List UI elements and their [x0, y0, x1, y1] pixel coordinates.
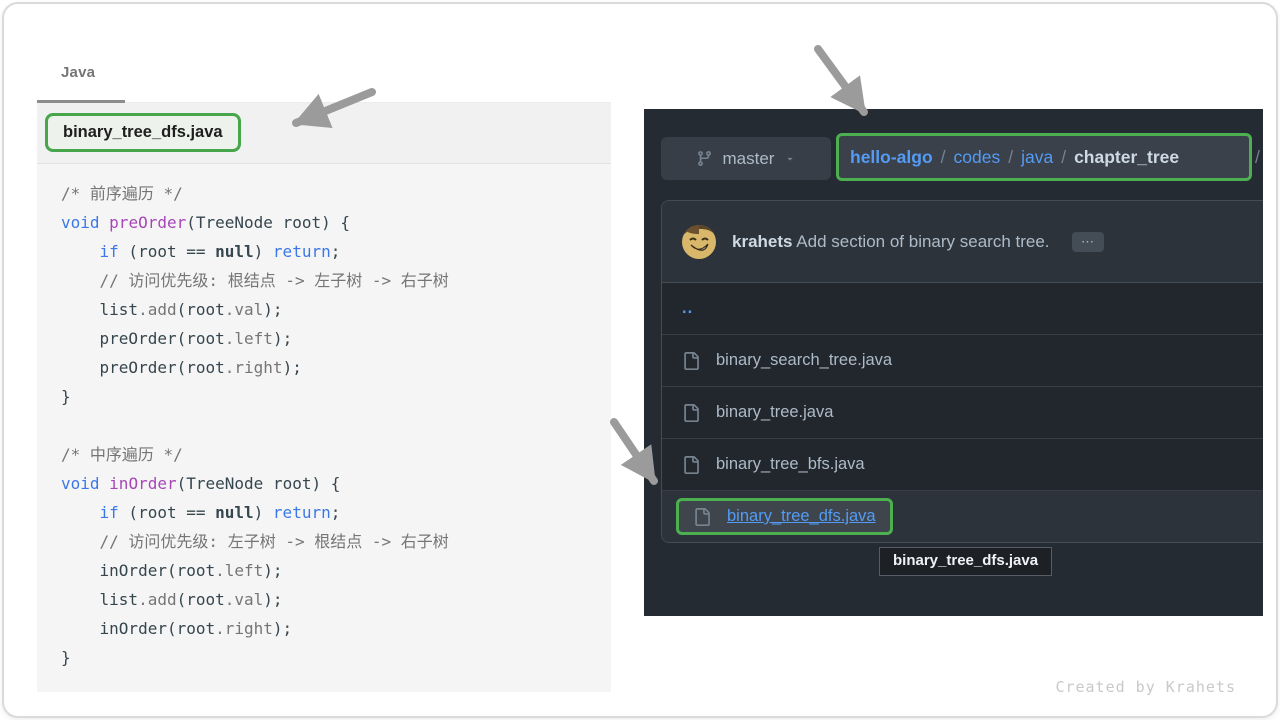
code-area: /* 前序遍历 */void preOrder(TreeNode root) {…	[37, 164, 611, 692]
branch-name: master	[723, 149, 775, 169]
chevron-down-icon	[784, 153, 796, 165]
filename-tooltip: binary_tree_dfs.java	[879, 547, 1052, 576]
latest-commit-row: krahets Add section of binary search tre…	[662, 201, 1263, 283]
file-row: binary_tree_bfs.java	[662, 439, 1263, 491]
breadcrumb-trailing-slash: /	[1255, 147, 1260, 168]
tab-java[interactable]: Java	[61, 64, 95, 81]
github-panel: master hello-algo / codes / java / chapt…	[644, 109, 1263, 616]
code-block: /* 前序遍历 */void preOrder(TreeNode root) {…	[37, 164, 611, 672]
code-line: // 访问优先级: 左子树 -> 根结点 -> 右子树	[61, 527, 611, 556]
code-line	[61, 411, 611, 440]
breadcrumb-separator: /	[941, 147, 946, 168]
watermark-credit: Created by Krahets	[1055, 678, 1236, 696]
file-name-link[interactable]: binary_tree.java	[716, 403, 833, 422]
file-name-link[interactable]: binary_search_tree.java	[716, 351, 892, 370]
breadcrumb-separator: /	[1061, 147, 1066, 168]
code-line: void preOrder(TreeNode root) {	[61, 208, 611, 237]
code-filename-header: binary_tree_dfs.java	[37, 103, 611, 164]
code-line: /* 前序遍历 */	[61, 179, 611, 208]
commit-more-button[interactable]: ⋯	[1072, 232, 1104, 252]
file-icon	[682, 352, 700, 370]
commit-message[interactable]: Add section of binary search tree.	[796, 232, 1049, 251]
code-line: /* 中序遍历 */	[61, 440, 611, 469]
code-line: void inOrder(TreeNode root) {	[61, 469, 611, 498]
breadcrumb-separator: /	[1008, 147, 1013, 168]
code-line: list.add(root.val);	[61, 295, 611, 324]
code-line: inOrder(root.left);	[61, 556, 611, 585]
file-icon	[693, 508, 711, 526]
code-line: // 访问优先级: 根结点 -> 左子树 -> 右子树	[61, 266, 611, 295]
code-line: if (root == null) return;	[61, 498, 611, 527]
breadcrumb-repo-link[interactable]: hello-algo	[850, 147, 933, 168]
breadcrumb-current-folder: chapter_tree	[1074, 147, 1179, 168]
breadcrumb-java-link[interactable]: java	[1021, 147, 1053, 168]
code-line: if (root == null) return;	[61, 237, 611, 266]
avatar[interactable]	[682, 225, 716, 259]
code-filename: binary_tree_dfs.java	[63, 123, 223, 141]
parent-directory-link[interactable]: ..	[682, 299, 693, 318]
file-row: binary_tree.java	[662, 387, 1263, 439]
filename-highlight-box: binary_tree_dfs.java	[45, 113, 241, 152]
breadcrumb: hello-algo / codes / java / chapter_tree	[836, 133, 1252, 181]
code-line: }	[61, 382, 611, 411]
code-line: }	[61, 643, 611, 672]
arrow-to-breadcrumb	[818, 49, 864, 112]
git-branch-icon	[696, 150, 713, 167]
code-line: preOrder(root.left);	[61, 324, 611, 353]
file-row-up: ..	[662, 283, 1263, 335]
commit-author-link[interactable]: krahets	[732, 232, 792, 251]
code-line: preOrder(root.right);	[61, 353, 611, 382]
breadcrumb-codes-link[interactable]: codes	[954, 147, 1001, 168]
file-list-box: krahets Add section of binary search tre…	[661, 200, 1263, 543]
file-name-link[interactable]: binary_tree_bfs.java	[716, 455, 865, 474]
page-card: Java binary_tree_dfs.java /* 前序遍历 */void…	[2, 2, 1278, 718]
file-name-link-active[interactable]: binary_tree_dfs.java	[727, 507, 876, 526]
file-row: binary_search_tree.java	[662, 335, 1263, 387]
file-icon	[682, 456, 700, 474]
file-row-highlighted: binary_tree_dfs.java	[662, 491, 1263, 542]
file-icon	[682, 404, 700, 422]
branch-selector-button[interactable]: master	[661, 137, 831, 180]
tab-strip: Java	[37, 60, 611, 103]
code-line: list.add(root.val);	[61, 585, 611, 614]
file-highlight-box: binary_tree_dfs.java	[676, 498, 893, 535]
code-line: inOrder(root.right);	[61, 614, 611, 643]
